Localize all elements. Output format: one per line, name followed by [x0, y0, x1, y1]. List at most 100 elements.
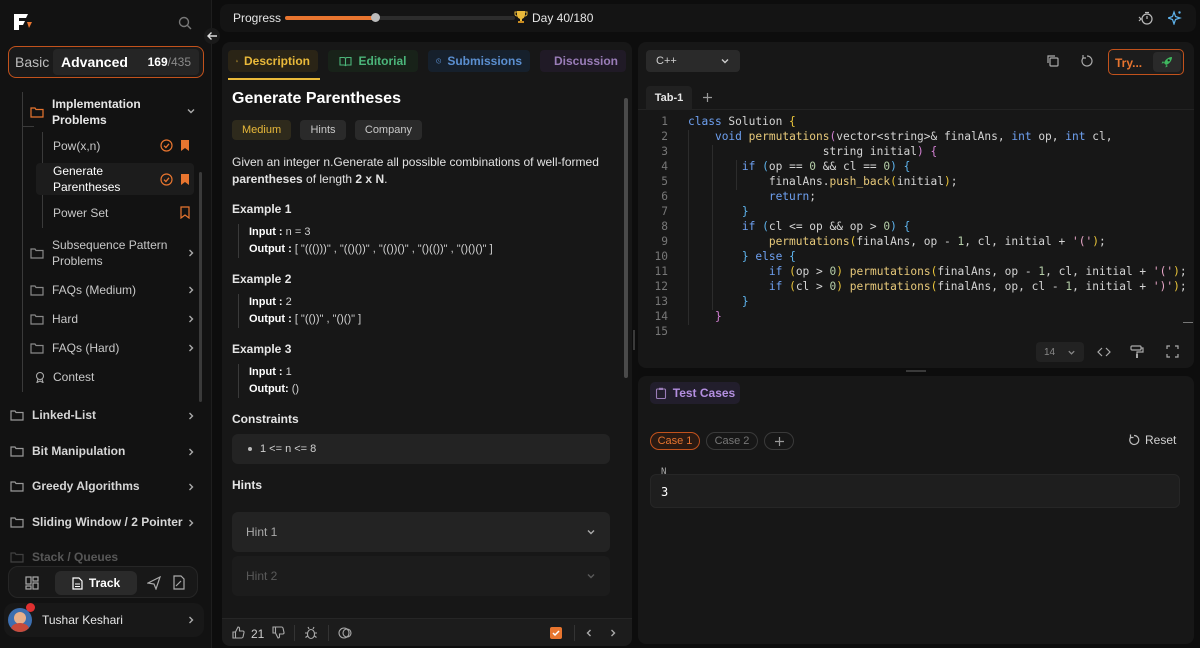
sidebar-section-bit-manipulation[interactable]: Bit Manipulation [10, 444, 198, 458]
sidebar-section-stack-queues[interactable]: Stack / Queues [10, 550, 198, 564]
tab-description[interactable]: Description [228, 50, 318, 72]
hints-title: Hints [232, 478, 262, 492]
code-line: permutations(finalAns, op - 1, cl, initi… [768, 235, 1106, 248]
mode-advanced[interactable]: Advanced 169/435 [53, 49, 199, 75]
sidebar-item-hard[interactable]: Hard [30, 311, 200, 327]
user-profile[interactable]: Tushar Keshari [4, 603, 204, 637]
sidebar-item-label: Subsequence Pattern Problems [52, 238, 168, 268]
check-circle-icon[interactable] [160, 139, 173, 152]
tab-submissions[interactable]: Submissions [428, 50, 530, 72]
chevron-right-icon [189, 249, 194, 257]
check-circle-icon[interactable] [160, 173, 173, 186]
indent-guide [688, 130, 689, 325]
sidebar-section-sliding-window[interactable]: Sliding Window / 2 Pointer [10, 515, 198, 529]
sidebar-item-implementation[interactable]: Implementation Problems [30, 96, 200, 128]
sidebar-item-faqs-medium[interactable]: FAQs (Medium) [30, 282, 200, 298]
award-icon [35, 371, 45, 383]
divider [328, 625, 329, 641]
tab-label: Submissions [447, 54, 522, 68]
ai-helper-icon[interactable] [338, 626, 353, 640]
send-icon[interactable] [147, 576, 161, 590]
chevron-right-icon [189, 315, 194, 323]
thumbs-down-icon[interactable] [272, 626, 285, 639]
hint-1-accordion[interactable]: Hint 1 [232, 512, 610, 552]
code-format-icon[interactable] [1097, 346, 1111, 358]
sidebar-section-linked-list[interactable]: Linked-List [10, 408, 198, 422]
chevron-right-icon [189, 616, 194, 624]
app-logo-icon[interactable] [12, 12, 34, 32]
case-1-button[interactable]: Case 1 [650, 432, 700, 450]
sidebar-item-power-set[interactable]: Power Set [53, 205, 173, 221]
sidebar-item-faqs-hard[interactable]: FAQs (Hard) [30, 340, 200, 356]
code-area[interactable]: 1 class Solution { 2 void permutations(ve… [638, 114, 1194, 339]
bookmark-filled-icon[interactable] [180, 139, 190, 152]
company-pill[interactable]: Company [354, 120, 422, 140]
bookmark-outline-icon[interactable] [180, 206, 190, 219]
hint-2-accordion[interactable]: Hint 2 [232, 556, 610, 596]
example-body: Input : n = 3 Output : [ "((()))" , "(()… [238, 224, 612, 258]
editor-tab-1[interactable]: Tab-1 [646, 86, 692, 110]
line-number: 13 [654, 295, 668, 308]
problem-scrollbar[interactable] [624, 98, 628, 378]
folder-icon [30, 314, 44, 325]
ai-sparkle-icon[interactable] [1168, 10, 1182, 25]
timer-icon[interactable] [1138, 11, 1154, 25]
add-case-button[interactable] [764, 432, 794, 450]
tab-editorial[interactable]: Editorial [328, 50, 418, 72]
complete-checkbox[interactable] [550, 627, 562, 639]
progress-knob[interactable] [370, 13, 380, 22]
reset-button[interactable]: Reset [1128, 433, 1176, 447]
bug-icon[interactable] [304, 626, 318, 640]
difficulty-badge: Medium [232, 120, 292, 140]
case-2-button[interactable]: Case 2 [706, 432, 758, 450]
test-cases-tab[interactable]: Test Cases [650, 382, 740, 404]
constraint-item: 1 <= n <= 8 [260, 443, 317, 455]
font-size-select[interactable]: 14 [1036, 342, 1084, 362]
bookmark-filled-icon[interactable] [180, 173, 190, 186]
sidebar-section-label: Stack / Queues [32, 550, 119, 564]
chevron-right-icon [189, 448, 194, 456]
vertical-resize-handle[interactable] [633, 330, 635, 350]
add-tab-icon[interactable] [702, 92, 713, 103]
sidebar-section-label: Sliding Window / 2 Pointer [32, 515, 183, 529]
dashboard-icon[interactable] [25, 576, 39, 590]
reset-code-icon[interactable] [1080, 54, 1094, 68]
chevron-right-icon [189, 483, 194, 491]
sidebar-item-subsequence[interactable]: Subsequence Pattern Problems [30, 237, 200, 269]
search-icon[interactable] [178, 16, 192, 30]
sidebar-item-label: Pow(x,n) [53, 139, 101, 153]
language-select[interactable]: C++ [646, 50, 740, 72]
line-number: 9 [661, 235, 668, 248]
chevron-down-icon [1068, 350, 1075, 355]
horizontal-resize-handle[interactable] [906, 370, 926, 372]
chevron-left-icon[interactable] [584, 628, 594, 638]
collapse-sidebar-button[interactable] [204, 28, 220, 44]
thumbs-up-icon[interactable] [232, 626, 245, 639]
mode-toggle[interactable]: Basic Advanced 169/435 [8, 46, 204, 78]
run-button[interactable] [1153, 52, 1181, 72]
sidebar-section-greedy[interactable]: Greedy Algorithms [10, 479, 198, 493]
description-bold: 2 x N [355, 172, 385, 186]
hint-label: Hint 2 [246, 569, 278, 583]
paint-roller-icon[interactable] [1130, 345, 1144, 359]
mode-basic[interactable]: Basic [9, 54, 53, 70]
notes-icon[interactable] [172, 575, 186, 590]
sidebar-item-contest[interactable]: Contest [34, 369, 184, 385]
try-button[interactable]: Try... [1108, 49, 1184, 75]
fullscreen-icon[interactable] [1166, 345, 1179, 358]
tab-discussion[interactable]: Discussion [540, 50, 626, 72]
copy-icon[interactable] [1046, 54, 1060, 68]
test-cases-title: Test Cases [672, 386, 736, 400]
testcase-input[interactable]: N 3 [650, 467, 1180, 508]
hints-pill[interactable]: Hints [300, 120, 346, 140]
chevron-right-icon[interactable] [608, 628, 618, 638]
output-value: () [288, 383, 300, 395]
track-button[interactable]: Track [55, 571, 137, 595]
chevron-right-icon [189, 412, 194, 420]
folder-icon [10, 410, 24, 421]
code-editor-panel: C++ Try... Tab-1 1 class Solution { 2 voi… [638, 42, 1194, 368]
track-label: Track [88, 576, 121, 590]
chevron-down-icon [587, 574, 595, 579]
description-bold: parentheses [232, 172, 303, 186]
document-icon [72, 576, 83, 590]
